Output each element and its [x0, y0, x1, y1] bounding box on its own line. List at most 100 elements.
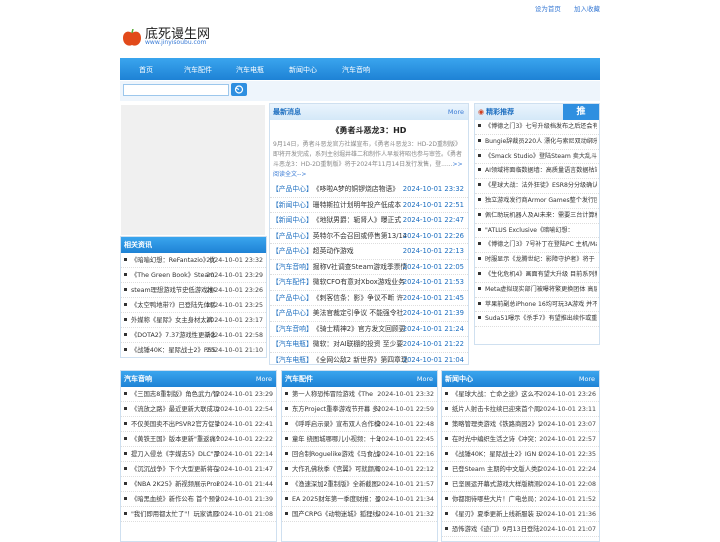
panel-item[interactable]: 《三国志8重制版》角色武力/智力排2024-10-01 23:29: [121, 387, 276, 402]
panel-item[interactable]: 第一人称恐怖冒险游戏《The 2024-10-01 23:32: [282, 387, 437, 402]
item-title[interactable]: 策略管理类游戏《铁路商园2》诞生: [452, 417, 540, 431]
latest-item[interactable]: 【汽车音响】《骑士精神2》官方发文回顾更 2024-10-01 21:24: [270, 322, 468, 337]
item-title[interactable]: "ATLUS Exclusive《暗喻幻想：: [485, 224, 597, 238]
panel-item[interactable]: 《沉沉战争》下个大型更新将在20242024-10-01 21:47: [121, 462, 276, 477]
item-title[interactable]: 《博德之门3》7号补丁在登陆PC 主机/Mac: [485, 238, 597, 252]
item-title[interactable]: 掘称V社调查Steam游戏季票情: [313, 260, 409, 275]
item-title[interactable]: 《The Green Book》Steam页面: [131, 268, 215, 282]
recommend-item[interactable]: 苹果前副总iPhone 16均可玩3A游戏 并不: [475, 298, 599, 313]
panel-more-link[interactable]: More: [579, 371, 595, 387]
panel-item[interactable]: 东方Project重拳游戏节开幕 多款新2024-10-01 22:59: [282, 402, 437, 417]
item-title[interactable]: 恐怖游戏《迹门》9月13日登陆: [452, 522, 540, 536]
recommend-item[interactable]: "ATLUS Exclusive《暗喻幻想：: [475, 224, 599, 239]
nav-car-parts[interactable]: 汽车配件: [184, 65, 212, 75]
panel-item[interactable]: "我们即用都太忙了"！玩家请愿重新2024-10-01 21:08: [121, 507, 276, 522]
item-title[interactable]: 《Smack Studio》登陆Steam 卖大乱斗风: [485, 150, 597, 164]
panel-item[interactable]: 不仅美国卖不出PSVR2官方促销 2024-10-01 22:41: [121, 417, 276, 432]
recommend-item[interactable]: 佩仁助玩机器人及AI未来：需要三台计算机: [475, 209, 599, 224]
item-title[interactable]: 在时光中编织生活之诗《冲突：前序: [452, 432, 540, 446]
panel-item[interactable]: 《渔速深加2重制版》全新截图 游戏2024-10-01 21:57: [282, 477, 437, 492]
recommend-item[interactable]: Suda51曝示《杀手7》有望推出续作或重: [475, 312, 599, 328]
panel-item[interactable]: 恐怖游戏《迹门》9月13日登陆 2024-10-01 21:07: [442, 522, 599, 537]
latest-item[interactable]: 【产品中心】英特尔不会召回或停售第13/14 2024-10-01 22:26: [270, 229, 468, 244]
recommend-item[interactable]: 《生化危机4》画面有望大升级 目前系列新: [475, 268, 599, 283]
latest-item[interactable]: 【汽车电瓶】微软：对AI联棚的投资 至少要 2024-10-01 21:22: [270, 337, 468, 353]
item-title[interactable]: steam理想游戏节史低游戏推荐: [131, 283, 215, 297]
recommend-item[interactable]: 《博德之门3》7号补丁在登陆PC 主机/Mac: [475, 238, 599, 254]
latest-item[interactable]: 【汽车电瓶】《全网公敌2 新世界》第四章现 2024-10-01 21:04: [270, 353, 468, 365]
item-title[interactable]: 时服显示《龙腾世纪：影障守护者》将于: [485, 253, 597, 267]
related-item[interactable]: 《太空鸭地带?》已登陆先体验 2024-10-01 23:25: [121, 298, 266, 313]
item-category[interactable]: 【新闻中心】: [272, 201, 313, 209]
item-title[interactable]: Meta虚拟现实部门被曝将繁更换团体 高层: [485, 283, 597, 297]
panel-item[interactable]: 《黄铁王国》版本更新"重返痛气"现2024-10-01 22:22: [121, 432, 276, 447]
item-title[interactable]: 《博德之门3》七号升级档发布之后还会有: [485, 120, 597, 134]
panel-item[interactable]: 《星刃》夏季更新上线新服装 玩家 2024-10-01 21:36: [442, 507, 599, 522]
item-title[interactable]: 第一人称恐怖冒险游戏《The: [292, 387, 380, 401]
item-title[interactable]: 回合制Roguelike游戏《马食战藏》: [292, 447, 380, 461]
recommend-item[interactable]: 时服显示《龙腾世纪：影障守护者》将于: [475, 253, 599, 268]
search-input[interactable]: [123, 84, 229, 96]
latest-item[interactable]: 【产品中心】《刺客信条：影》争议不断 许 2024-10-01 21:45: [270, 291, 468, 306]
item-title[interactable]: 佩仁助玩机器人及AI未来：需要三台计算机: [485, 209, 597, 223]
item-title[interactable]: 《暗黑血统》新作公布 首个预告片: [131, 492, 219, 506]
item-title[interactable]: 《DOTA2》7.37游戏性更新发布: [131, 328, 215, 342]
search-button[interactable]: [231, 83, 247, 96]
latest-item[interactable]: 【汽车配件】微软CFO有意对Xbox游戏业务 2024-10-01 21:53: [270, 275, 468, 291]
item-title[interactable]: 《战锤40K：星际战士2》PS5宣: [131, 343, 215, 357]
nav-home[interactable]: 首页: [139, 65, 153, 75]
item-title[interactable]: 《黄铁王国》版本更新"重返痛气"现: [131, 432, 219, 446]
item-title[interactable]: 《沉沉战争》下个大型更新将在2024: [131, 462, 219, 476]
item-title[interactable]: 已坚展运开幕式游戏大样版精测 2008: [452, 477, 540, 491]
item-title[interactable]: 《呼呼启示录》宣布双人合作模式将: [292, 417, 380, 431]
item-title[interactable]: AI领域将面临数据墙：高质量语言数据枯竭: [485, 164, 597, 178]
related-item[interactable]: 《DOTA2》7.37游戏性更新发布 2024-10-01 22:58: [121, 328, 266, 343]
related-item[interactable]: 《战锤40K：星际战士2》PS5宣 2024-10-01 21:10: [121, 343, 266, 357]
panel-item[interactable]: 《暗黑血统》新作公布 首个预告片 2024-10-01 21:39: [121, 492, 276, 507]
panel-item[interactable]: 你都期待哪些大片！广电总局：境外2024-10-01 21:52: [442, 492, 599, 507]
item-title[interactable]: 童年 绕图城哪哪儿小视频：十年后搞: [292, 432, 380, 446]
item-title[interactable]: 国产CRPG《动物迷城》狐狸线已完: [292, 507, 380, 521]
item-title[interactable]: 《太空鸭地带?》已登陆先体验: [131, 298, 215, 312]
item-title[interactable]: 《战锤40K：星际战士2》IGN 8分 预: [452, 447, 540, 461]
item-title[interactable]: 大作孔佛秋季《宫翼》可就颜离: [292, 462, 380, 476]
item-category[interactable]: 【产品中心】: [272, 309, 313, 317]
item-title[interactable]: EA 2025财年第一季度财报：盈利高: [292, 492, 380, 506]
panel-item[interactable]: 国产CRPG《动物迷城》狐狸线已完2024-10-01 21:32: [282, 507, 437, 522]
item-title[interactable]: 《星球大战：亡命之途》这么不待: [452, 387, 540, 401]
item-title[interactable]: 东方Project重拳游戏节开幕 多款新: [292, 402, 380, 416]
item-title[interactable]: 苹果前副总iPhone 16均可玩3A游戏 并不: [485, 298, 597, 312]
item-title[interactable]: 你都期待哪些大片！广电总局：境外: [452, 492, 540, 506]
nav-news-center[interactable]: 新闻中心: [289, 65, 317, 75]
item-category[interactable]: 【产品中心】: [272, 185, 313, 193]
item-title[interactable]: 已登Steam 主期的中文版人类跳跳: [452, 462, 540, 476]
panel-item[interactable]: 《呼呼启示录》宣布双人合作模式将2024-10-01 22:48: [282, 417, 437, 432]
item-title[interactable]: 美法官裁定引争议 不能强令社: [313, 306, 409, 321]
latest-more-link[interactable]: More: [448, 104, 464, 120]
item-title[interactable]: 《渔速深加2重制版》全新截图 游戏: [292, 477, 380, 491]
item-title[interactable]: 提刀入侵总《字媒志5》DLC"那马如: [131, 447, 219, 461]
item-title[interactable]: 《地狱男爵：轭肾人》曝正式: [313, 213, 409, 228]
latest-item[interactable]: 【新闻中心】《地狱男爵：轭肾人》曝正式 2024-10-01 22:47: [270, 213, 468, 229]
item-title[interactable]: 纸片人射击卡拉续已迎来首个周年: [452, 402, 540, 416]
item-title[interactable]: 微软CFO有意对Xbox游戏业务: [313, 275, 409, 290]
set-homepage-link[interactable]: 设为首页: [535, 5, 561, 13]
item-category[interactable]: 【汽车音响】: [272, 263, 313, 271]
item-title[interactable]: 《星球大战：法外狂徒》ESR8分分级确认包: [485, 179, 597, 193]
panel-item[interactable]: 已坚展运开幕式游戏大样版精测 20082024-10-01 22:08: [442, 477, 599, 492]
item-category[interactable]: 【汽车音响】: [272, 325, 313, 333]
latest-item[interactable]: 【汽车音响】掘称V社调查Steam游戏季票情 2024-10-01 22:05: [270, 260, 468, 275]
related-item[interactable]: 《The Green Book》Steam页面2024-10-01 23:29: [121, 268, 266, 283]
item-title[interactable]: 超英动作游戏: [313, 244, 409, 259]
item-title[interactable]: 独立游戏发行商Armor Games整个发行团队: [485, 194, 597, 208]
panel-item[interactable]: 在时光中编织生活之诗《冲突：前序2024-10-01 22:57: [442, 432, 599, 447]
item-title[interactable]: 不仅美国卖不出PSVR2官方促销: [131, 417, 219, 431]
item-title[interactable]: 《暗喻幻想：ReFantazio》优化: [131, 253, 215, 267]
headline[interactable]: 《勇者斗恶龙3：HD: [270, 125, 468, 136]
item-title[interactable]: 《星刃》夏季更新上线新服装 玩家: [452, 507, 540, 521]
panel-item[interactable]: 回合制Roguelike游戏《马食战藏》2024-10-01 22:16: [282, 447, 437, 462]
item-title[interactable]: 珊特斯拉计划明年投产低成本: [313, 198, 409, 213]
item-category[interactable]: 【汽车配件】: [272, 278, 313, 286]
feature-image[interactable]: [121, 105, 265, 235]
panel-item[interactable]: 童年 绕图城哪哪儿小视频：十年后搞2024-10-01 22:45: [282, 432, 437, 447]
